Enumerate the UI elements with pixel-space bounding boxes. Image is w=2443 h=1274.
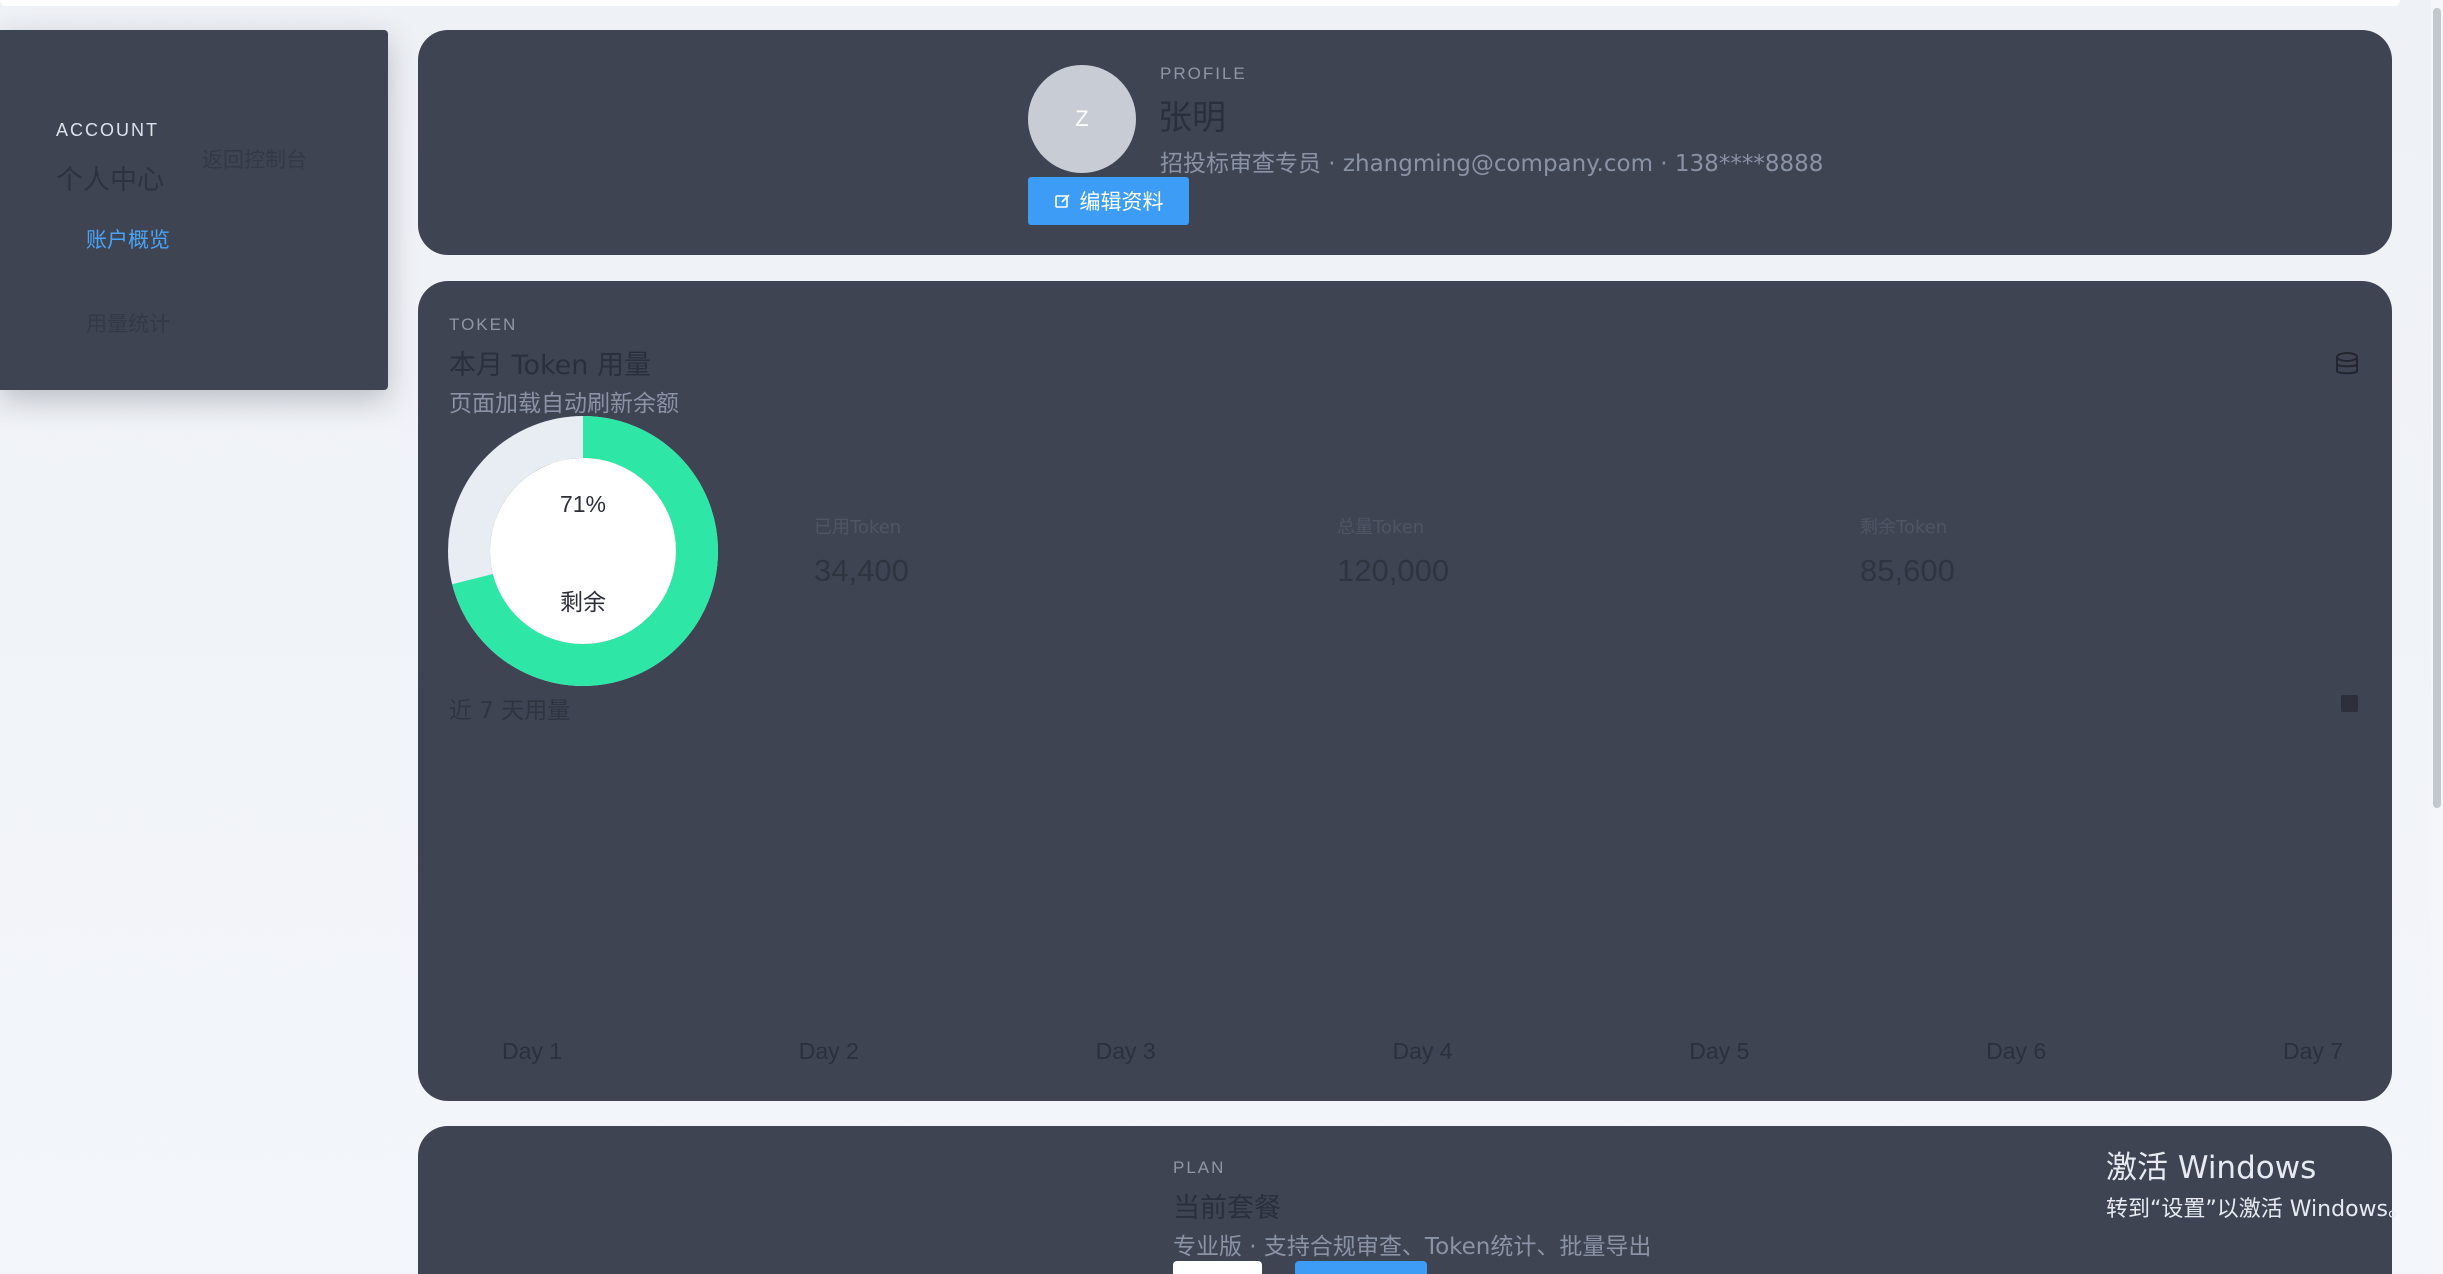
scrollbar[interactable] [2431, 0, 2443, 1274]
token-title: 本月 Token 用量 [449, 350, 651, 381]
x-tick-label: Day 1 [501, 1038, 563, 1064]
edit-profile-label: 编辑资料 [1079, 190, 1164, 214]
back-to-console-link[interactable]: 返回控制台 [202, 144, 307, 174]
watermark-line2: 转到“设置”以激活 Windows。 [2106, 1197, 2410, 1222]
profile-meta: 招投标审查专员 · zhangming@company.com · 138***… [1160, 151, 1824, 177]
stat-total-value: 120,000 [1337, 553, 1450, 588]
donut-percent: 71% [559, 491, 607, 517]
stat-remaining-value: 85,600 [1860, 553, 1955, 588]
donut-caption: 剩余 [560, 590, 606, 616]
token-eyebrow: TOKEN [449, 315, 518, 334]
profile-eyebrow: PROFILE [1160, 64, 1247, 83]
plan-card: PLAN 当前套餐 专业版 · 支持合规审查、Token统计、批量导出 [418, 1126, 2392, 1274]
x-tick-label: Day 4 [1392, 1038, 1453, 1064]
token-subtitle: 页面加载自动刷新余额 [449, 391, 679, 417]
sidebar-item-overview[interactable]: 账户概览 [86, 224, 170, 254]
profile-card: Z PROFILE 张明 招投标审查专员 · zhangming@company… [418, 30, 2392, 255]
chart-title: 近 7 天用量 [449, 698, 571, 724]
plan-title: 当前套餐 [1173, 1193, 1281, 1224]
x-tick-label: Day 5 [1689, 1038, 1750, 1064]
token-donut [448, 416, 718, 686]
top-strip [0, 0, 2400, 6]
x-tick-label: Day 2 [798, 1038, 859, 1064]
database-icon [2336, 352, 2358, 375]
avatar: Z [1028, 65, 1136, 173]
stat-used: 已用Token 34,400 [814, 513, 909, 589]
stat-total: 总量Token 120,000 [1337, 513, 1449, 589]
stat-remaining: 剩余Token 85,600 [1860, 513, 1955, 589]
activation-watermark: 激活 Windows 转到“设置”以激活 Windows。 [2106, 1142, 2410, 1223]
x-tick-label: Day 3 [1095, 1038, 1156, 1064]
profile-name: 张明 [1158, 98, 1226, 138]
token-card: TOKEN 本月 Token 用量 页面加载自动刷新余额 71% 剩余 已用To… [418, 281, 2392, 1101]
x-tick-label: Day 6 [1986, 1038, 2047, 1064]
edit-icon [1054, 194, 1070, 208]
x-tick-label: Day 7 [2282, 1038, 2344, 1064]
edit-profile-button[interactable]: 编辑资料 [1028, 177, 1189, 225]
sidebar-eyebrow: ACCOUNT [56, 120, 159, 140]
sidebar-item-usage[interactable]: 用量统计 [86, 308, 170, 338]
scrollbar-thumb[interactable] [2433, 8, 2441, 808]
plan-secondary-button[interactable] [1173, 1261, 1262, 1274]
stat-remaining-label: 剩余Token [1860, 517, 1948, 538]
chart-toggle-icon[interactable] [2341, 695, 2358, 712]
plan-primary-button[interactable] [1295, 1261, 1427, 1274]
watermark-line1: 激活 Windows [2106, 1150, 2317, 1186]
stat-used-value: 34,400 [814, 553, 909, 588]
sidebar: ACCOUNT 个人中心 返回控制台 账户概览 用量统计 [0, 30, 388, 390]
stat-total-label: 总量Token [1337, 517, 1425, 538]
usage-line-chart [448, 721, 2362, 1051]
sidebar-title: 个人中心 [56, 165, 164, 196]
stat-used-label: 已用Token [814, 517, 902, 538]
plan-subtitle: 专业版 · 支持合规审查、Token统计、批量导出 [1173, 1234, 1652, 1260]
plan-eyebrow: PLAN [1173, 1158, 1226, 1177]
